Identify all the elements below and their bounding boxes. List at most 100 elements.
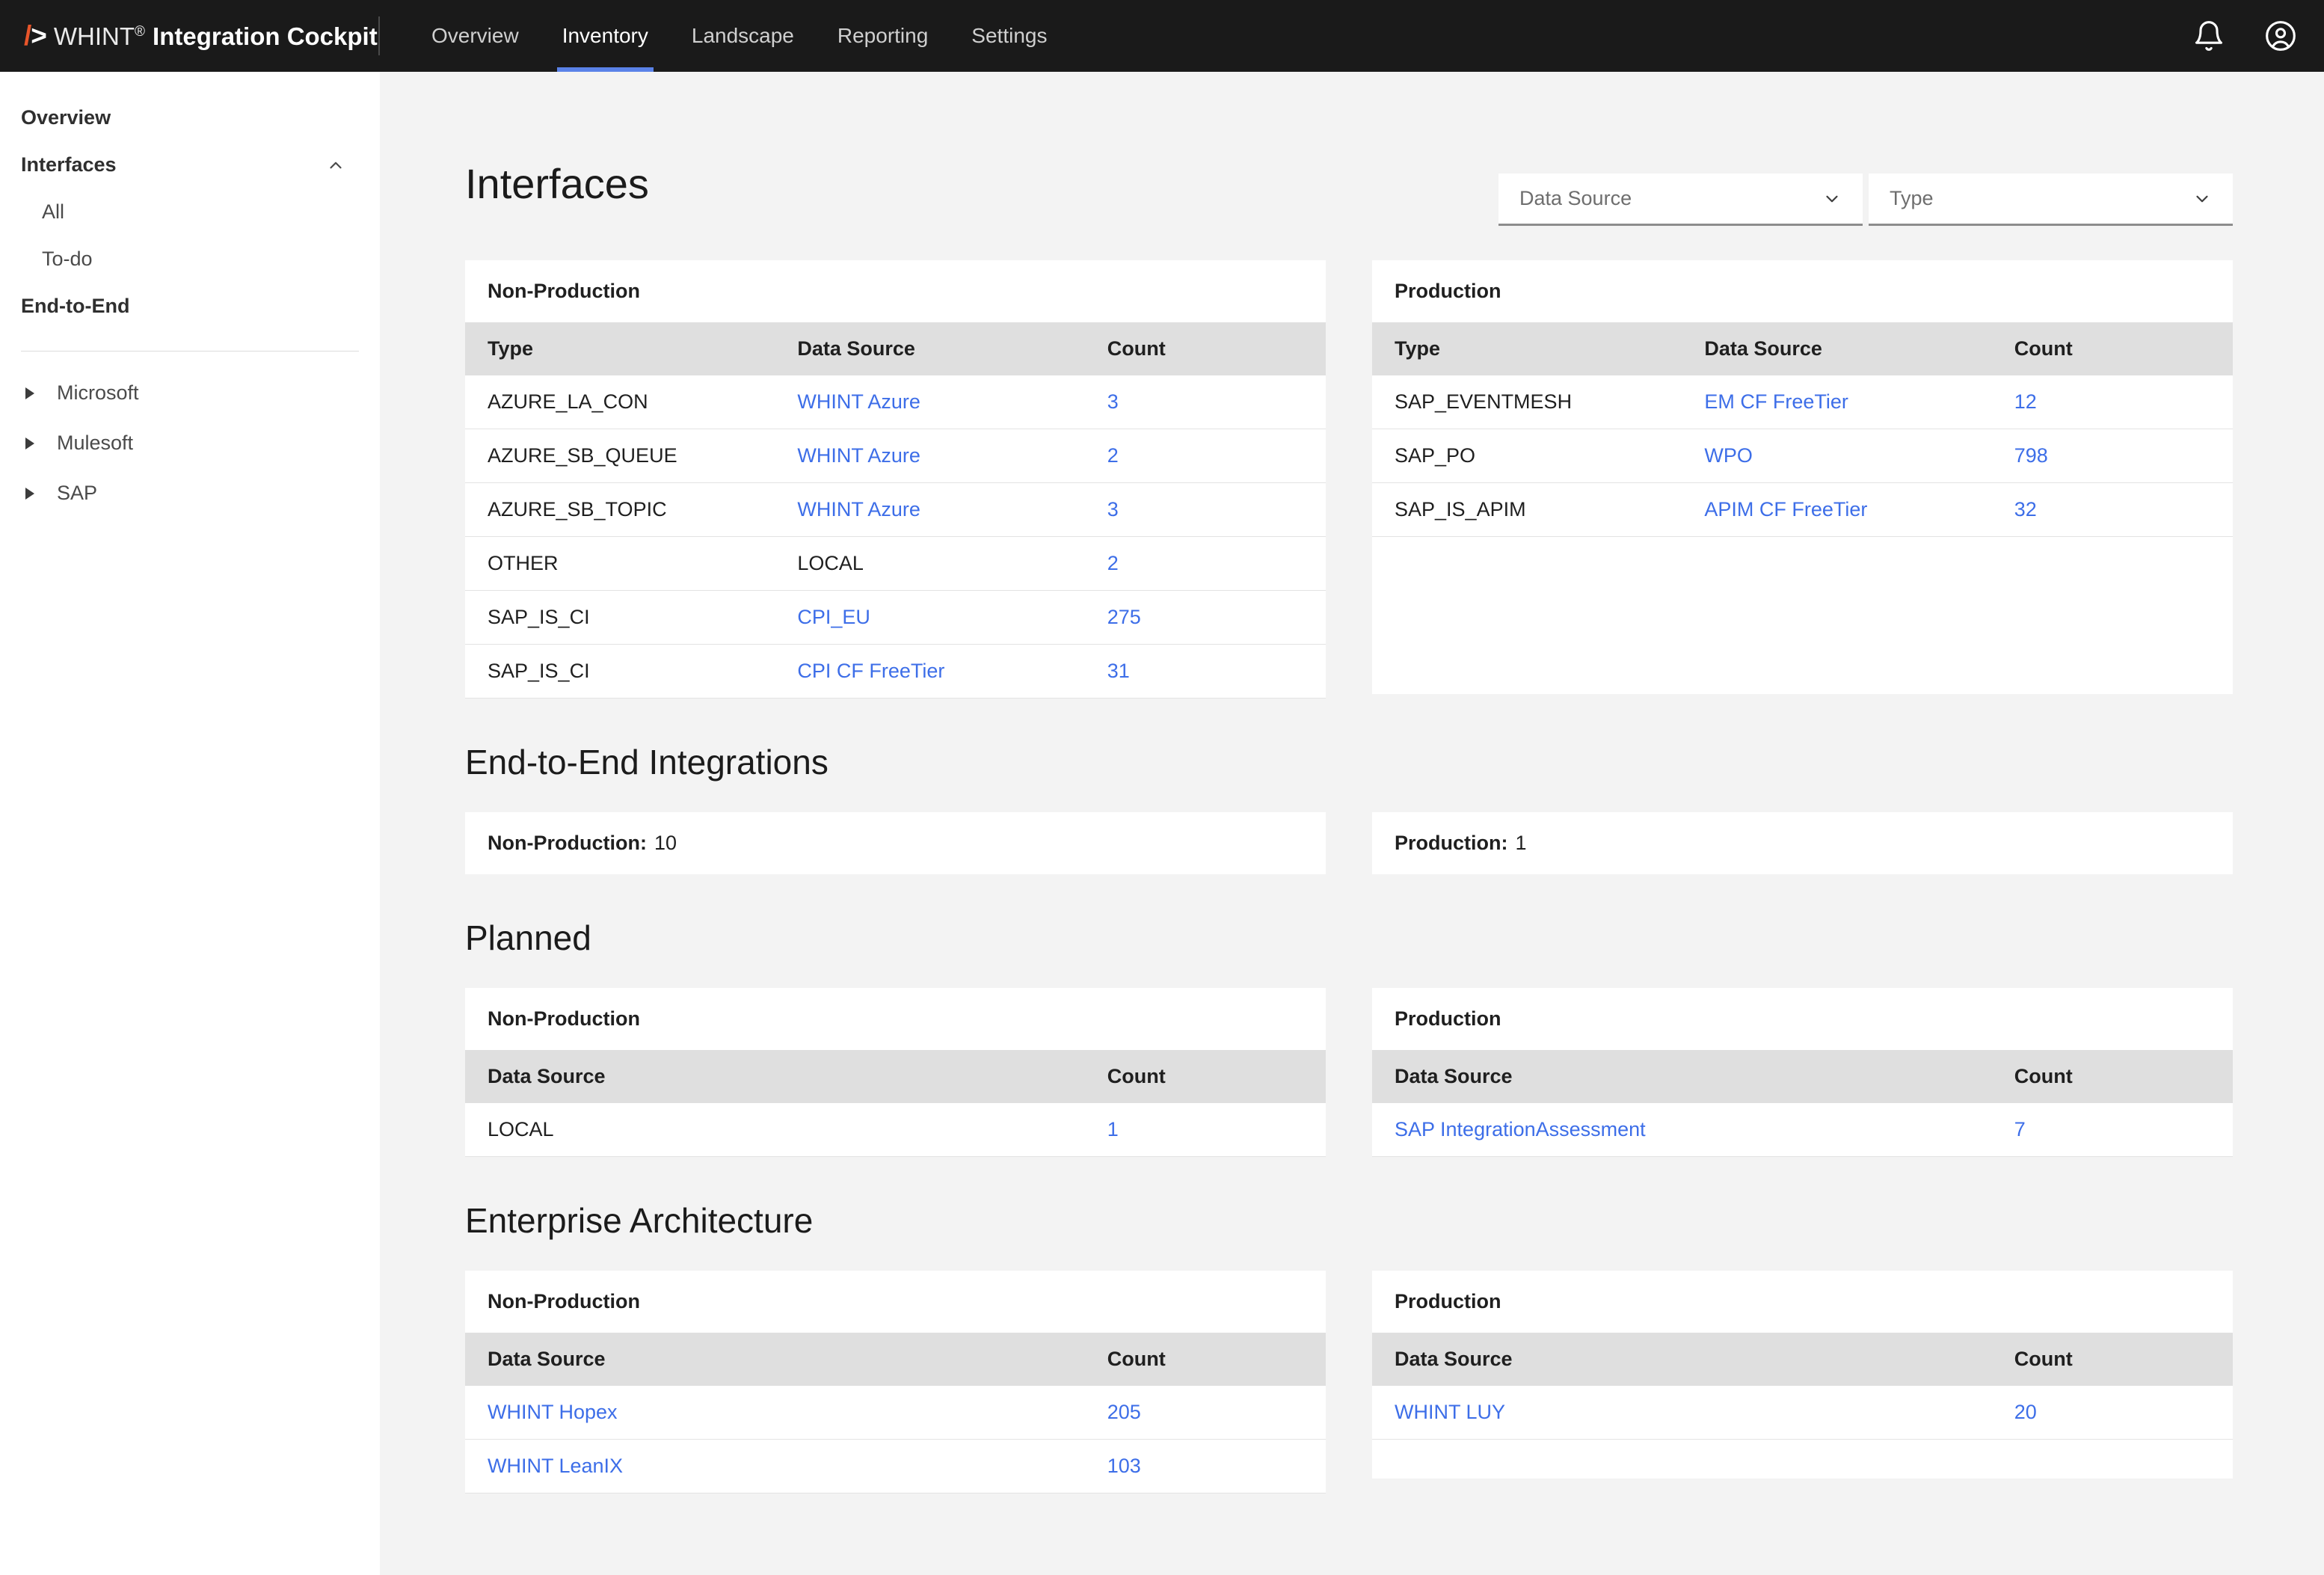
sidebar-tree-sap[interactable]: SAP	[0, 468, 380, 518]
count-link[interactable]: 32	[2014, 498, 2037, 521]
planned-prod-column: Production Data Source Count SAP Integra…	[1372, 988, 2233, 1157]
count-link[interactable]: 1	[1107, 1118, 1119, 1140]
data-source-filter-dropdown[interactable]: Data Source	[1498, 174, 1863, 226]
card-heading: Non-Production	[488, 1290, 640, 1312]
cell-count: 2	[1084, 536, 1326, 591]
tab-reporting[interactable]: Reporting	[816, 0, 950, 72]
interfaces-nonprod-column: Non-Production Type Data Source Count AZ…	[465, 260, 1326, 699]
interfaces-nonprod-table: Type Data Source Count AZURE_LA_CON WHINT…	[465, 322, 1326, 699]
sidebar-item-label: Interfaces	[21, 153, 117, 176]
sidebar-item-end-to-end[interactable]: End-to-End	[0, 283, 380, 330]
logo-code-icon: />	[24, 19, 47, 51]
tab-settings[interactable]: Settings	[950, 0, 1069, 72]
type-filter-dropdown[interactable]: Type	[1869, 174, 2233, 226]
count-link[interactable]: 275	[1107, 606, 1141, 628]
cell-source: WHINT LUY	[1372, 1386, 1992, 1440]
ea-prod-column: Production Data Source Count WHINT LUY 20	[1372, 1271, 2233, 1493]
source-link[interactable]: WHINT LeanIX	[488, 1455, 623, 1477]
e2e-prod-card: Production: 1	[1372, 812, 2233, 874]
cell-count: 103	[1084, 1439, 1326, 1493]
card-heading: Non-Production	[488, 280, 640, 302]
sidebar-item-label: To-do	[42, 248, 93, 270]
source-link[interactable]: APIM CF FreeTier	[1704, 498, 1867, 521]
tab-landscape[interactable]: Landscape	[670, 0, 816, 72]
interfaces-prod-card: Production Type Data Source Count SAP_EV…	[1372, 260, 2233, 694]
sidebar-item-interfaces[interactable]: Interfaces	[0, 141, 380, 188]
column-header-source[interactable]: Data Source	[465, 1050, 1085, 1103]
source-link[interactable]: WPO	[1704, 444, 1753, 467]
source-link[interactable]: WHINT Hopex	[488, 1401, 618, 1423]
cell-type: SAP_IS_CI	[465, 644, 775, 699]
section-title-planned: Planned	[465, 918, 591, 957]
type-filter-label: Type	[1890, 187, 1934, 209]
bell-icon[interactable]	[2192, 19, 2225, 52]
cell-count: 275	[1084, 590, 1326, 645]
chevron-down-icon[interactable]	[2192, 189, 2212, 209]
chevron-up-icon[interactable]	[326, 156, 345, 175]
table-row: OTHER LOCAL 2	[465, 536, 1326, 591]
table-row: AZURE_LA_CON WHINT Azure 3	[465, 375, 1326, 429]
source-link[interactable]: SAP IntegrationAssessment	[1395, 1118, 1646, 1140]
sidebar-item-label: End-to-End	[21, 295, 130, 317]
cell-count: 20	[1991, 1386, 2233, 1440]
column-header-source[interactable]: Data Source	[1372, 1333, 1992, 1386]
table-header-row: Type Data Source Count	[465, 322, 1326, 375]
source-link[interactable]: CPI CF FreeTier	[797, 660, 944, 682]
column-header-source[interactable]: Data Source	[775, 322, 1085, 375]
interfaces-header-row: Interfaces Data Source Type	[465, 72, 2233, 226]
count-link[interactable]: 31	[1107, 660, 1130, 682]
cell-count: 3	[1084, 482, 1326, 537]
count-link[interactable]: 3	[1107, 498, 1119, 521]
count-link[interactable]: 7	[2014, 1118, 2026, 1140]
column-header-count[interactable]: Count	[1084, 1050, 1326, 1103]
count-link[interactable]: 205	[1107, 1401, 1141, 1423]
account-circle-icon[interactable]	[2264, 19, 2297, 52]
column-header-type[interactable]: Type	[465, 322, 775, 375]
top-navigation-bar: /> WHINT® Integration Cockpit Overview I…	[0, 0, 2324, 72]
column-header-count[interactable]: Count	[1084, 1333, 1326, 1386]
column-header-count[interactable]: Count	[1084, 322, 1326, 375]
count-link[interactable]: 103	[1107, 1455, 1141, 1477]
cell-count: 7	[1991, 1103, 2233, 1157]
count-link[interactable]: 3	[1107, 390, 1119, 413]
tab-overview[interactable]: Overview	[410, 0, 541, 72]
interfaces-prod-table: Type Data Source Count SAP_EVENTMESH EM C…	[1372, 322, 2233, 537]
chevron-down-icon[interactable]	[1822, 189, 1842, 209]
page-title: Interfaces	[465, 160, 649, 207]
cell-count: 1	[1084, 1103, 1326, 1157]
data-source-filter-label: Data Source	[1519, 187, 1632, 209]
cell-source: EM CF FreeTier	[1682, 375, 1992, 429]
sidebar-tree-mulesoft[interactable]: Mulesoft	[0, 418, 380, 468]
source-link[interactable]: WHINT Azure	[797, 444, 920, 467]
column-header-count[interactable]: Count	[1991, 322, 2233, 375]
column-header-type[interactable]: Type	[1372, 322, 1682, 375]
source-link[interactable]: EM CF FreeTier	[1704, 390, 1848, 413]
count-link[interactable]: 798	[2014, 444, 2048, 467]
column-header-source[interactable]: Data Source	[1372, 1050, 1992, 1103]
table-row: LOCAL 1	[465, 1103, 1326, 1157]
sidebar-item-todo[interactable]: To-do	[0, 236, 380, 283]
column-header-source[interactable]: Data Source	[1682, 322, 1992, 375]
source-link[interactable]: WHINT Azure	[797, 498, 920, 521]
e2e-nonprod-column: Non-Production: 10	[465, 812, 1326, 874]
ea-nonprod-card: Non-Production Data Source Count WHINT H…	[465, 1271, 1326, 1493]
tab-inventory[interactable]: Inventory	[541, 0, 670, 72]
sidebar-item-all[interactable]: All	[0, 188, 380, 236]
source-link[interactable]: WHINT LUY	[1395, 1401, 1505, 1423]
sidebar-item-overview[interactable]: Overview	[0, 94, 380, 141]
main-content: Interfaces Data Source Type Non-Producti…	[380, 72, 2324, 1575]
source-link[interactable]: WHINT Azure	[797, 390, 920, 413]
app-brand[interactable]: /> WHINT® Integration Cockpit	[0, 19, 378, 51]
count-link[interactable]: 2	[1107, 552, 1119, 574]
count-link[interactable]: 12	[2014, 390, 2037, 413]
sidebar-tree-microsoft[interactable]: Microsoft	[0, 368, 380, 418]
count-link[interactable]: 2	[1107, 444, 1119, 467]
section-title-end-to-end: End-to-End Integrations	[465, 743, 829, 782]
e2e-nonprod-card: Non-Production: 10	[465, 812, 1326, 874]
column-header-count[interactable]: Count	[1991, 1333, 2233, 1386]
source-link[interactable]: CPI_EU	[797, 606, 870, 628]
planned-nonprod-table: Data Source Count LOCAL 1	[465, 1050, 1326, 1157]
column-header-count[interactable]: Count	[1991, 1050, 2233, 1103]
count-link[interactable]: 20	[2014, 1401, 2037, 1423]
column-header-source[interactable]: Data Source	[465, 1333, 1085, 1386]
